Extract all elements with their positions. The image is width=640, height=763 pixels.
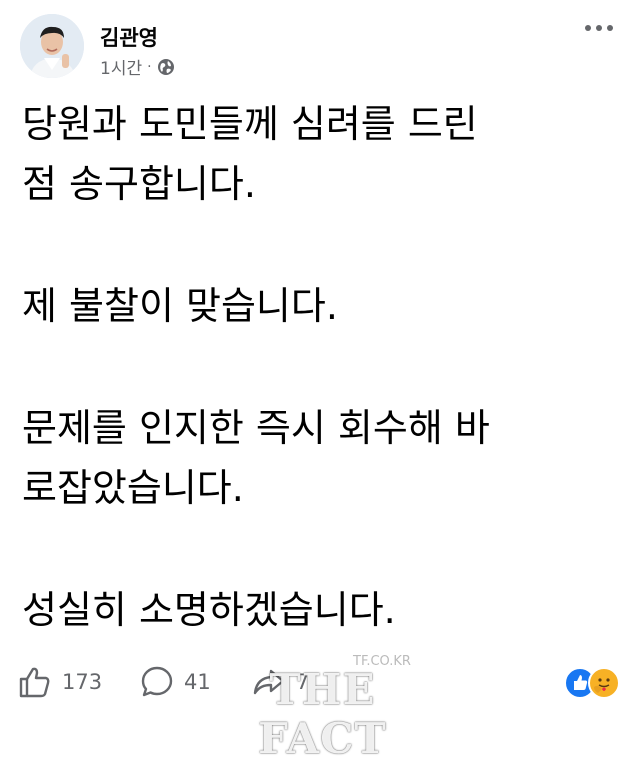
like-count: 173	[62, 670, 103, 694]
profile-photo	[20, 14, 84, 78]
post-text: 당원과 도민들께 심려를 드린 점 송구합니다. 제 불찰이 맞습니다. 문제를…	[22, 94, 622, 640]
thumbs-up-icon	[18, 665, 52, 699]
more-options-icon[interactable]	[582, 16, 616, 40]
post-line: 로잡았습니다.	[22, 466, 244, 510]
post-line: 성실히 소명하겠습니다.	[22, 588, 396, 632]
author-name[interactable]: 김관영	[100, 22, 158, 52]
post-line: 문제를 인지한 즉시 회수해 바	[22, 406, 490, 450]
watermark-logo: THE FACT	[258, 665, 387, 763]
avatar[interactable]	[20, 14, 84, 78]
care-reaction-icon	[588, 667, 620, 699]
meta-separator: ·	[147, 58, 152, 75]
post-line: 점 송구합니다.	[22, 162, 256, 206]
post-time[interactable]: 1시간	[100, 54, 142, 79]
comment-button[interactable]: 41	[140, 665, 211, 699]
reaction-summary[interactable]	[564, 667, 622, 699]
post-line: 제 불찰이 맞습니다.	[22, 284, 338, 328]
post-line: 당원과 도민들께 심려를 드린	[22, 102, 478, 146]
like-button[interactable]: 173	[18, 665, 102, 699]
globe-icon	[157, 58, 175, 76]
post-meta: 1시간 ·	[100, 54, 175, 79]
comment-icon	[140, 665, 174, 699]
post-header: 김관영 1시간 ·	[20, 12, 620, 82]
